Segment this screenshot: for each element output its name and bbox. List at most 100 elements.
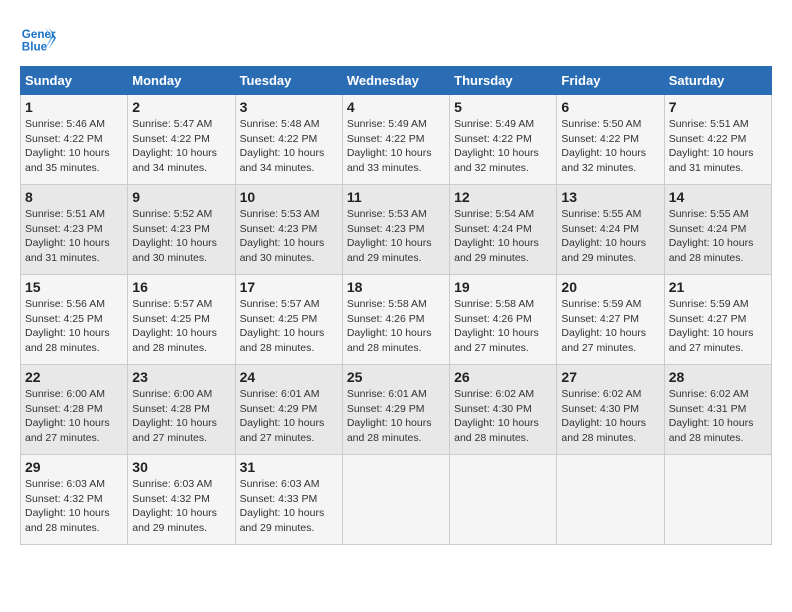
day-number: 26 (454, 369, 552, 385)
calendar-day-23: 23 Sunrise: 6:00 AMSunset: 4:28 PMDaylig… (128, 365, 235, 455)
header-tuesday: Tuesday (235, 67, 342, 95)
day-number: 5 (454, 99, 552, 115)
day-number: 2 (132, 99, 230, 115)
day-details: Sunrise: 5:51 AMSunset: 4:23 PMDaylight:… (25, 207, 123, 266)
day-details: Sunrise: 5:51 AMSunset: 4:22 PMDaylight:… (669, 117, 767, 176)
calendar-day-9: 9 Sunrise: 5:52 AMSunset: 4:23 PMDayligh… (128, 185, 235, 275)
day-details: Sunrise: 5:55 AMSunset: 4:24 PMDaylight:… (561, 207, 659, 266)
day-details: Sunrise: 6:02 AMSunset: 4:31 PMDaylight:… (669, 387, 767, 446)
day-number: 15 (25, 279, 123, 295)
day-number: 18 (347, 279, 445, 295)
day-details: Sunrise: 5:46 AMSunset: 4:22 PMDaylight:… (25, 117, 123, 176)
day-details: Sunrise: 6:00 AMSunset: 4:28 PMDaylight:… (25, 387, 123, 446)
day-details: Sunrise: 5:56 AMSunset: 4:25 PMDaylight:… (25, 297, 123, 356)
day-number: 7 (669, 99, 767, 115)
calendar-day-30: 30 Sunrise: 6:03 AMSunset: 4:32 PMDaylig… (128, 455, 235, 545)
day-details: Sunrise: 5:58 AMSunset: 4:26 PMDaylight:… (347, 297, 445, 356)
calendar-day-3: 3 Sunrise: 5:48 AMSunset: 4:22 PMDayligh… (235, 95, 342, 185)
calendar-week-row: 29 Sunrise: 6:03 AMSunset: 4:32 PMDaylig… (21, 455, 772, 545)
calendar-day-12: 12 Sunrise: 5:54 AMSunset: 4:24 PMDaylig… (450, 185, 557, 275)
day-number: 28 (669, 369, 767, 385)
calendar-day-17: 17 Sunrise: 5:57 AMSunset: 4:25 PMDaylig… (235, 275, 342, 365)
day-number: 27 (561, 369, 659, 385)
day-number: 6 (561, 99, 659, 115)
header-sunday: Sunday (21, 67, 128, 95)
calendar-day-27: 27 Sunrise: 6:02 AMSunset: 4:30 PMDaylig… (557, 365, 664, 455)
calendar-day-11: 11 Sunrise: 5:53 AMSunset: 4:23 PMDaylig… (342, 185, 449, 275)
day-number: 8 (25, 189, 123, 205)
day-number: 19 (454, 279, 552, 295)
calendar-empty-cell (342, 455, 449, 545)
calendar-empty-cell (557, 455, 664, 545)
calendar-day-10: 10 Sunrise: 5:53 AMSunset: 4:23 PMDaylig… (235, 185, 342, 275)
day-details: Sunrise: 6:03 AMSunset: 4:32 PMDaylight:… (25, 477, 123, 536)
header-thursday: Thursday (450, 67, 557, 95)
day-number: 24 (240, 369, 338, 385)
day-details: Sunrise: 5:53 AMSunset: 4:23 PMDaylight:… (240, 207, 338, 266)
calendar-day-14: 14 Sunrise: 5:55 AMSunset: 4:24 PMDaylig… (664, 185, 771, 275)
calendar-day-1: 1 Sunrise: 5:46 AMSunset: 4:22 PMDayligh… (21, 95, 128, 185)
calendar-day-16: 16 Sunrise: 5:57 AMSunset: 4:25 PMDaylig… (128, 275, 235, 365)
day-number: 22 (25, 369, 123, 385)
day-number: 4 (347, 99, 445, 115)
day-number: 10 (240, 189, 338, 205)
day-details: Sunrise: 5:52 AMSunset: 4:23 PMDaylight:… (132, 207, 230, 266)
day-details: Sunrise: 6:00 AMSunset: 4:28 PMDaylight:… (132, 387, 230, 446)
day-number: 20 (561, 279, 659, 295)
header-monday: Monday (128, 67, 235, 95)
calendar-day-22: 22 Sunrise: 6:00 AMSunset: 4:28 PMDaylig… (21, 365, 128, 455)
calendar-empty-cell (664, 455, 771, 545)
day-details: Sunrise: 5:54 AMSunset: 4:24 PMDaylight:… (454, 207, 552, 266)
calendar-day-15: 15 Sunrise: 5:56 AMSunset: 4:25 PMDaylig… (21, 275, 128, 365)
calendar-day-29: 29 Sunrise: 6:03 AMSunset: 4:32 PMDaylig… (21, 455, 128, 545)
day-details: Sunrise: 5:58 AMSunset: 4:26 PMDaylight:… (454, 297, 552, 356)
day-details: Sunrise: 5:57 AMSunset: 4:25 PMDaylight:… (132, 297, 230, 356)
day-details: Sunrise: 6:03 AMSunset: 4:33 PMDaylight:… (240, 477, 338, 536)
logo: General Blue (20, 20, 56, 56)
calendar-day-31: 31 Sunrise: 6:03 AMSunset: 4:33 PMDaylig… (235, 455, 342, 545)
day-number: 17 (240, 279, 338, 295)
day-number: 25 (347, 369, 445, 385)
calendar-week-row: 22 Sunrise: 6:00 AMSunset: 4:28 PMDaylig… (21, 365, 772, 455)
day-number: 21 (669, 279, 767, 295)
calendar-day-25: 25 Sunrise: 6:01 AMSunset: 4:29 PMDaylig… (342, 365, 449, 455)
header-wednesday: Wednesday (342, 67, 449, 95)
day-details: Sunrise: 6:02 AMSunset: 4:30 PMDaylight:… (561, 387, 659, 446)
day-details: Sunrise: 5:59 AMSunset: 4:27 PMDaylight:… (669, 297, 767, 356)
day-details: Sunrise: 5:59 AMSunset: 4:27 PMDaylight:… (561, 297, 659, 356)
day-details: Sunrise: 6:01 AMSunset: 4:29 PMDaylight:… (347, 387, 445, 446)
day-details: Sunrise: 5:48 AMSunset: 4:22 PMDaylight:… (240, 117, 338, 176)
day-details: Sunrise: 5:47 AMSunset: 4:22 PMDaylight:… (132, 117, 230, 176)
logo-icon: General Blue (20, 20, 56, 56)
calendar-day-18: 18 Sunrise: 5:58 AMSunset: 4:26 PMDaylig… (342, 275, 449, 365)
header-friday: Friday (557, 67, 664, 95)
page-header: General Blue (20, 20, 772, 56)
svg-text:Blue: Blue (22, 41, 48, 54)
calendar-day-6: 6 Sunrise: 5:50 AMSunset: 4:22 PMDayligh… (557, 95, 664, 185)
day-details: Sunrise: 6:02 AMSunset: 4:30 PMDaylight:… (454, 387, 552, 446)
day-details: Sunrise: 5:55 AMSunset: 4:24 PMDaylight:… (669, 207, 767, 266)
day-number: 16 (132, 279, 230, 295)
day-details: Sunrise: 5:57 AMSunset: 4:25 PMDaylight:… (240, 297, 338, 356)
calendar-week-row: 15 Sunrise: 5:56 AMSunset: 4:25 PMDaylig… (21, 275, 772, 365)
calendar-empty-cell (450, 455, 557, 545)
day-details: Sunrise: 5:49 AMSunset: 4:22 PMDaylight:… (454, 117, 552, 176)
calendar-header-row: SundayMondayTuesdayWednesdayThursdayFrid… (21, 67, 772, 95)
day-details: Sunrise: 6:03 AMSunset: 4:32 PMDaylight:… (132, 477, 230, 536)
day-number: 31 (240, 459, 338, 475)
calendar-week-row: 8 Sunrise: 5:51 AMSunset: 4:23 PMDayligh… (21, 185, 772, 275)
day-number: 14 (669, 189, 767, 205)
day-number: 3 (240, 99, 338, 115)
day-details: Sunrise: 5:53 AMSunset: 4:23 PMDaylight:… (347, 207, 445, 266)
header-saturday: Saturday (664, 67, 771, 95)
day-number: 12 (454, 189, 552, 205)
calendar-day-26: 26 Sunrise: 6:02 AMSunset: 4:30 PMDaylig… (450, 365, 557, 455)
day-number: 1 (25, 99, 123, 115)
calendar-day-5: 5 Sunrise: 5:49 AMSunset: 4:22 PMDayligh… (450, 95, 557, 185)
day-number: 23 (132, 369, 230, 385)
calendar-week-row: 1 Sunrise: 5:46 AMSunset: 4:22 PMDayligh… (21, 95, 772, 185)
calendar-day-4: 4 Sunrise: 5:49 AMSunset: 4:22 PMDayligh… (342, 95, 449, 185)
calendar-day-28: 28 Sunrise: 6:02 AMSunset: 4:31 PMDaylig… (664, 365, 771, 455)
day-number: 9 (132, 189, 230, 205)
day-number: 11 (347, 189, 445, 205)
